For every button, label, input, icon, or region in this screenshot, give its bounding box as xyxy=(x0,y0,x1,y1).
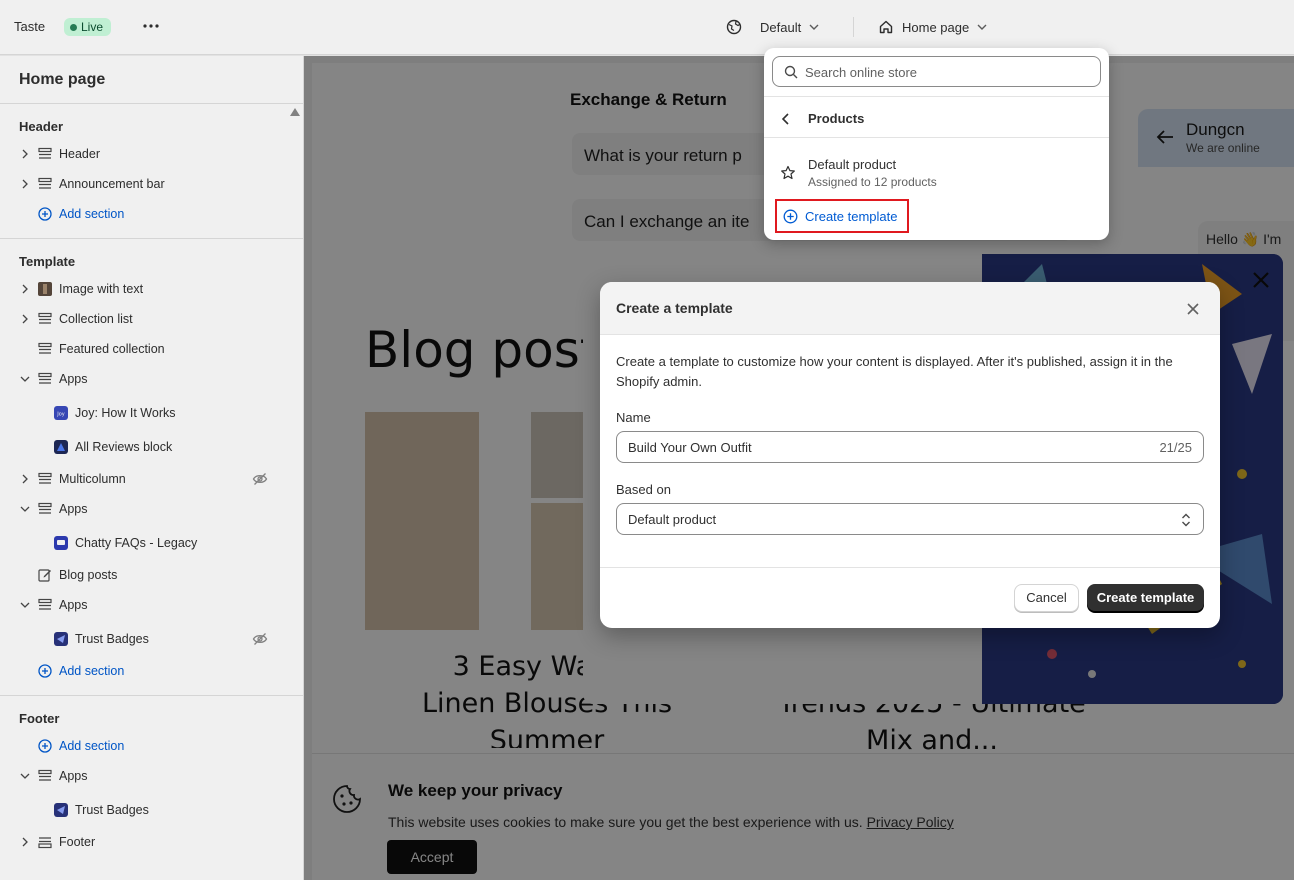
create-template-modal: Create a template Create a template to c… xyxy=(600,282,1220,628)
name-field-label: Name xyxy=(616,410,651,425)
default-product-template-option[interactable]: Default product Assigned to 12 products xyxy=(776,156,1096,196)
cancel-button[interactable]: Cancel xyxy=(1014,584,1079,612)
based-on-value: Default product xyxy=(628,512,717,527)
modal-header: Create a template xyxy=(600,282,1220,335)
modal-description: Create a template to customize how your … xyxy=(616,354,1173,389)
template-name-value: Build Your Own Outfit xyxy=(628,440,752,455)
close-icon[interactable] xyxy=(1184,300,1202,318)
popover-divider xyxy=(764,137,1109,138)
sidebar-backdrop xyxy=(0,56,304,880)
based-on-select[interactable]: Default product xyxy=(616,503,1204,535)
template-option-assigned: Assigned to 12 products xyxy=(808,175,937,189)
search-icon xyxy=(784,65,798,79)
create-template-button[interactable]: Create template xyxy=(1087,584,1204,612)
products-back-button[interactable]: Products xyxy=(776,108,1096,132)
based-on-field-label: Based on xyxy=(616,482,671,497)
template-name-input[interactable]: Build Your Own Outfit 21/25 xyxy=(616,431,1204,463)
popover-divider xyxy=(764,96,1109,97)
modal-footer-divider xyxy=(600,567,1220,568)
modal-title: Create a template xyxy=(616,300,733,316)
star-icon xyxy=(781,165,795,180)
products-label: Products xyxy=(808,111,865,126)
select-chevrons-icon xyxy=(1182,513,1190,527)
character-count: 21/25 xyxy=(1159,440,1192,455)
store-search-input[interactable]: Search online store xyxy=(772,56,1101,87)
template-option-name: Default product xyxy=(808,157,897,172)
search-placeholder: Search online store xyxy=(805,65,918,80)
create-template-link-label: Create template xyxy=(805,209,898,224)
create-template-link[interactable]: Create template xyxy=(775,199,909,233)
chevron-left-icon xyxy=(782,113,789,125)
plus-circle-icon xyxy=(783,209,798,224)
